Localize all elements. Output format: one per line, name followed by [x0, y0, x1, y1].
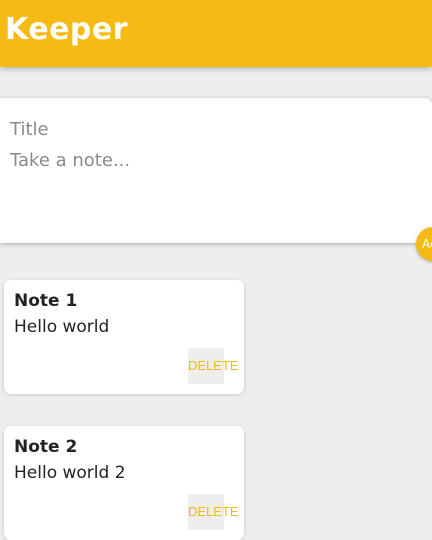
delete-button-label: DELETE [188, 358, 239, 373]
note-content: Hello world 2 [14, 463, 126, 483]
note-content-input[interactable] [10, 149, 410, 229]
note-content: Hello world [14, 317, 110, 337]
delete-button-label: DELETE [188, 504, 239, 519]
title-input[interactable] [10, 117, 410, 141]
delete-note-button[interactable]: DELETE [188, 494, 239, 530]
note-title: Note 1 [14, 291, 78, 311]
app-header: Keeper [0, 0, 432, 67]
note-card: Note 1 Hello world DELETE [4, 280, 244, 394]
delete-note-button[interactable]: DELETE [188, 348, 239, 384]
note-title: Note 2 [14, 437, 78, 457]
note-composer [0, 98, 432, 243]
note-card: Note 2 Hello world 2 DELETE [4, 426, 244, 540]
app-title: Keeper [5, 12, 129, 47]
